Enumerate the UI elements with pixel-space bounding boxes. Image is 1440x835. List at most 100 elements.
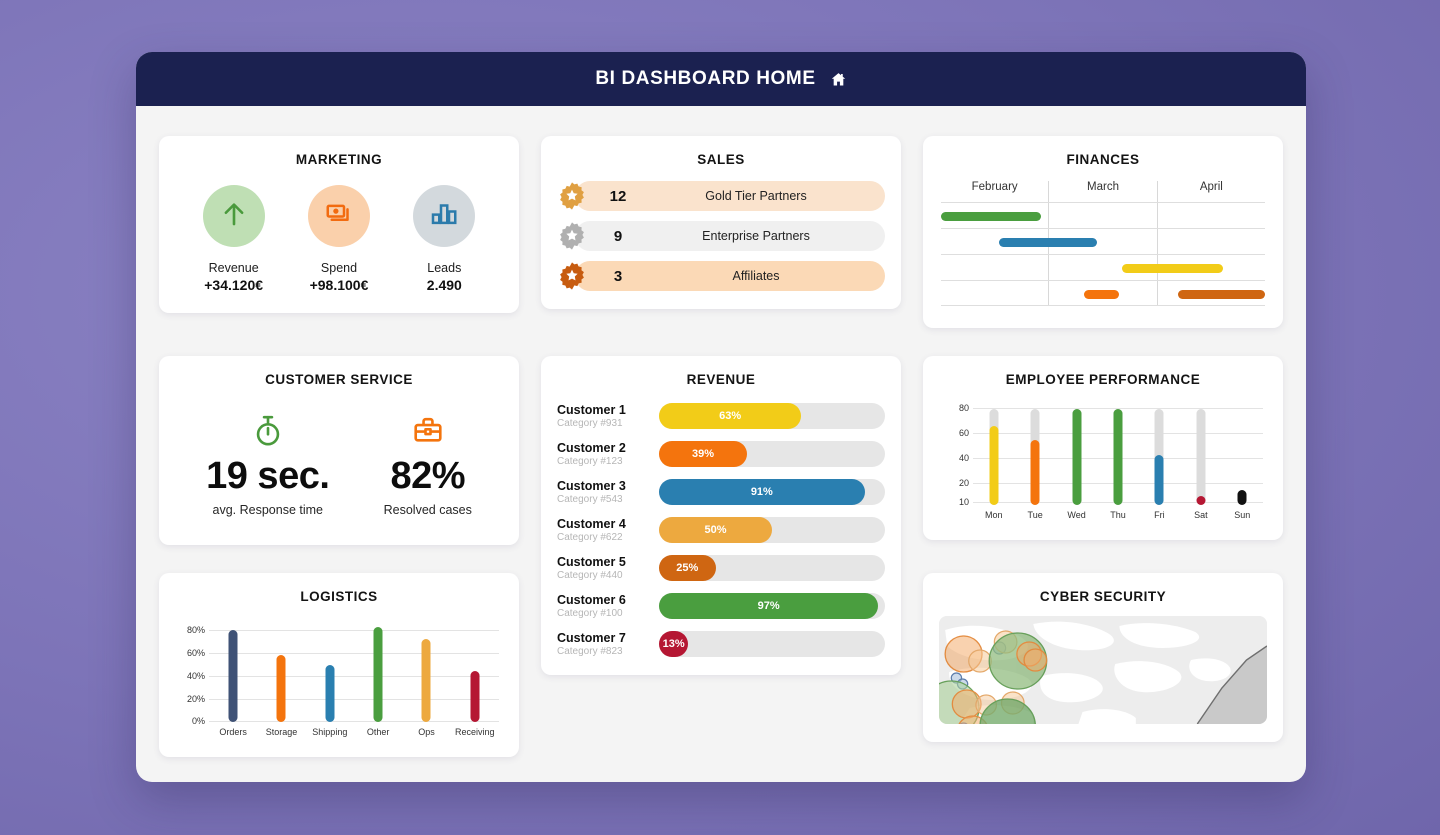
card-logistics: LOGISTICS 80% 60% 40% 20% 0% Orders Stor…: [159, 572, 519, 757]
revenue-progress-track: 25%: [659, 555, 885, 581]
x-tick-storage: Storage: [265, 726, 298, 737]
metric-resolved-cases[interactable]: 82% Resolved cases: [384, 411, 472, 517]
gantt-bar-4[interactable]: [1083, 290, 1120, 299]
gantt-body: [941, 202, 1265, 306]
card-customer-service: CUSTOMER SERVICE 19 sec. avg. Response t…: [159, 356, 519, 545]
revenue-customer-category: Category #931: [557, 418, 623, 429]
gantt-bar-3[interactable]: [1122, 264, 1223, 273]
sales-row-gold[interactable]: 12 Gold Tier Partners: [557, 181, 885, 211]
revenue-row-5[interactable]: Customer 5 Category #440 25%: [557, 555, 885, 581]
card-title-finances: FINANCES: [1066, 152, 1140, 167]
bar-ops[interactable]: [402, 622, 450, 722]
bar-other[interactable]: [354, 622, 402, 722]
revenue-progress-track: 63%: [659, 403, 885, 429]
gold-medal-icon: [557, 181, 587, 211]
world-map-icon: [939, 615, 1267, 724]
bar-tue[interactable]: [1014, 405, 1055, 505]
kpi-leads[interactable]: Leads 2.490: [394, 185, 494, 293]
card-revenue: REVENUE Customer 1 Category #931 63% Cus…: [541, 356, 901, 675]
revenue-row-names: Customer 4 Category #622: [557, 517, 659, 543]
revenue-row-7[interactable]: Customer 7 Category #823 13%: [557, 631, 885, 657]
revenue-progress-label: 63%: [719, 410, 742, 422]
dashboard-window: BI DASHBOARD HOME MARKETING Revenue +34.…: [136, 52, 1306, 782]
gantt-row: [941, 280, 1265, 306]
sales-count-enterprise: 9: [613, 227, 623, 245]
gantt-row: [941, 254, 1265, 280]
employee-x-axis: Mon Tue Wed Thu Fri Sat Sun: [943, 510, 1263, 520]
revenue-row-3[interactable]: Customer 3 Category #543 91%: [557, 479, 885, 505]
revenue-row-6[interactable]: Customer 6 Category #100 97%: [557, 593, 885, 619]
gantt-bar-5[interactable]: [1177, 290, 1265, 299]
kpi-revenue[interactable]: Revenue +34.120€: [184, 185, 284, 293]
card-marketing: MARKETING Revenue +34.120€ Spend +98.100…: [159, 136, 519, 313]
revenue-rows: Customer 1 Category #931 63% Customer 2: [557, 399, 885, 657]
logistics-x-axis: Orders Storage Shipping Other Ops Receiv…: [179, 727, 499, 737]
kpi-spend[interactable]: Spend +98.100€: [289, 185, 389, 293]
bar-mon[interactable]: [973, 405, 1014, 505]
gantt-col-february: February: [971, 181, 1018, 193]
x-tick-thu: Thu: [1110, 510, 1126, 520]
employee-bars: [973, 405, 1263, 505]
revenue-progress-label: 50%: [704, 524, 727, 536]
revenue-customer-category: Category #823: [557, 646, 623, 657]
kpi-revenue-value: +34.120€: [204, 277, 264, 293]
logistics-chart: 80% 60% 40% 20% 0% Orders Storage Shippi…: [175, 616, 503, 739]
gantt-bar-2[interactable]: [999, 238, 1097, 247]
revenue-customer-category: Category #100: [557, 608, 623, 619]
customer-service-metrics: 19 sec. avg. Response time 82% Resolved …: [175, 399, 503, 527]
gantt-col-march: March: [1048, 181, 1156, 202]
sales-row-affiliates[interactable]: 3 Affiliates: [557, 261, 885, 291]
revenue-row-names: Customer 1 Category #931: [557, 403, 659, 429]
revenue-customer-category: Category #622: [557, 532, 623, 543]
bar-sun[interactable]: [1222, 405, 1263, 505]
sales-row-enterprise[interactable]: 9 Enterprise Partners: [557, 221, 885, 251]
revenue-customer-name: Customer 1: [557, 403, 626, 417]
bar-storage[interactable]: [257, 622, 305, 722]
gantt-bar-1[interactable]: [941, 212, 1042, 221]
metric-response-time-label: avg. Response time: [212, 502, 323, 517]
revenue-progress-fill: 50%: [659, 517, 772, 543]
card-finances: FINANCES February March April: [923, 136, 1283, 328]
revenue-progress-label: 39%: [692, 448, 715, 460]
silver-medal-icon: [557, 221, 587, 251]
card-cyber-security: CYBER SECURITY: [923, 572, 1283, 742]
briefcase-icon: [412, 411, 444, 451]
bar-wed[interactable]: [1056, 405, 1097, 505]
screen: BI DASHBOARD HOME MARKETING Revenue +34.…: [0, 0, 1440, 835]
kpi-leads-label: Leads: [427, 261, 462, 275]
revenue-row-4[interactable]: Customer 4 Category #622 50%: [557, 517, 885, 543]
revenue-progress-fill: 25%: [659, 555, 716, 581]
kpi-spend-bubble: [307, 185, 370, 247]
metric-response-time[interactable]: 19 sec. avg. Response time: [206, 411, 330, 517]
bar-receiving[interactable]: [451, 622, 499, 722]
arrow-up-icon: [219, 199, 249, 234]
revenue-row-names: Customer 2 Category #123: [557, 441, 659, 467]
kpi-revenue-label: Revenue: [208, 261, 259, 275]
revenue-customer-name: Customer 3: [557, 479, 626, 493]
kpi-spend-label: Spend: [320, 261, 358, 275]
employee-plot: 80 60 40 20 10: [943, 403, 1263, 507]
revenue-progress-track: 39%: [659, 441, 885, 467]
logistics-y-axis: 80% 60% 40% 20% 0%: [179, 622, 209, 726]
x-tick-sat: Sat: [1194, 510, 1208, 520]
revenue-row-1[interactable]: Customer 1 Category #931 63%: [557, 403, 885, 429]
sales-count-affiliates: 3: [613, 267, 623, 285]
home-icon[interactable]: [830, 71, 847, 88]
bar-sat[interactable]: [1180, 405, 1221, 505]
revenue-progress-track: 97%: [659, 593, 885, 619]
kpi-revenue-bubble: [202, 185, 265, 247]
sales-label-gold: Gold Tier Partners: [705, 189, 807, 203]
bar-thu[interactable]: [1097, 405, 1138, 505]
card-employee-performance: EMPLOYEE PERFORMANCE 80 60 40 20 10 Mon …: [923, 356, 1283, 540]
bar-shipping[interactable]: [306, 622, 354, 722]
employee-chart: 80 60 40 20 10 Mon Tue Wed Thu Fri Sat S…: [939, 399, 1267, 522]
cyber-security-map[interactable]: [939, 615, 1267, 724]
bar-orders[interactable]: [209, 622, 257, 722]
sales-count-gold: 12: [609, 187, 627, 205]
revenue-progress-label: 13%: [662, 638, 685, 650]
y-tick: 80: [958, 403, 969, 413]
bar-fri[interactable]: [1139, 405, 1180, 505]
y-tick: 40%: [186, 670, 205, 681]
revenue-row-2[interactable]: Customer 2 Category #123 39%: [557, 441, 885, 467]
logistics-bars: [209, 622, 499, 722]
